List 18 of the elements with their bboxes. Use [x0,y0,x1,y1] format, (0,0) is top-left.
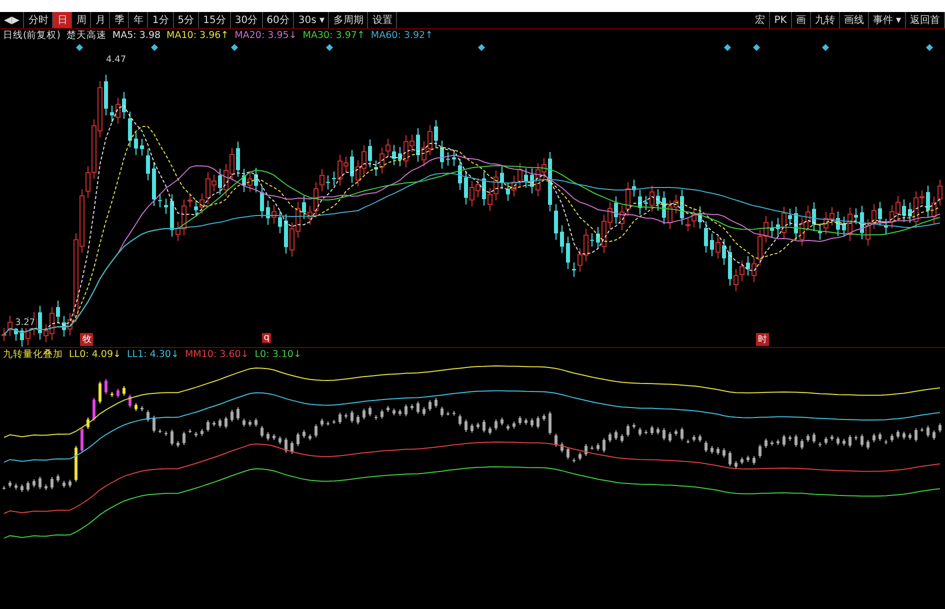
period-tab[interactable]: 日 [53,12,72,28]
indicator-legend: LL1: 4.30↓ [126,349,179,360]
signal-marker: q [262,333,272,343]
ma-legend: MA10: 3.96↑ [166,30,229,41]
stock-name: 楚天高速 [66,29,106,42]
ma-legend: MA20: 3.95↓ [234,30,297,41]
chart-period: 日线(前复权) [3,29,60,42]
signal-marker: 时 [756,333,769,346]
ma-legend: MA60: 3.92↑ [370,30,434,41]
indicator-legend: LL0: 4.09↓ [69,349,121,360]
ma-legend: MA5: 3.98 [112,30,161,41]
indicator-legend: MM10: 3.60↓ [184,349,249,360]
signal-marker: 牧 [80,333,94,346]
indicator-name: 九转量化叠加 [3,348,63,361]
high-price-label: 4.47 [105,55,128,65]
ma-legend: MA30: 3.97↑ [302,30,365,41]
low-price-label: 3.27 [14,318,36,328]
indicator-legend: L0: 3.10↓ [254,349,302,360]
